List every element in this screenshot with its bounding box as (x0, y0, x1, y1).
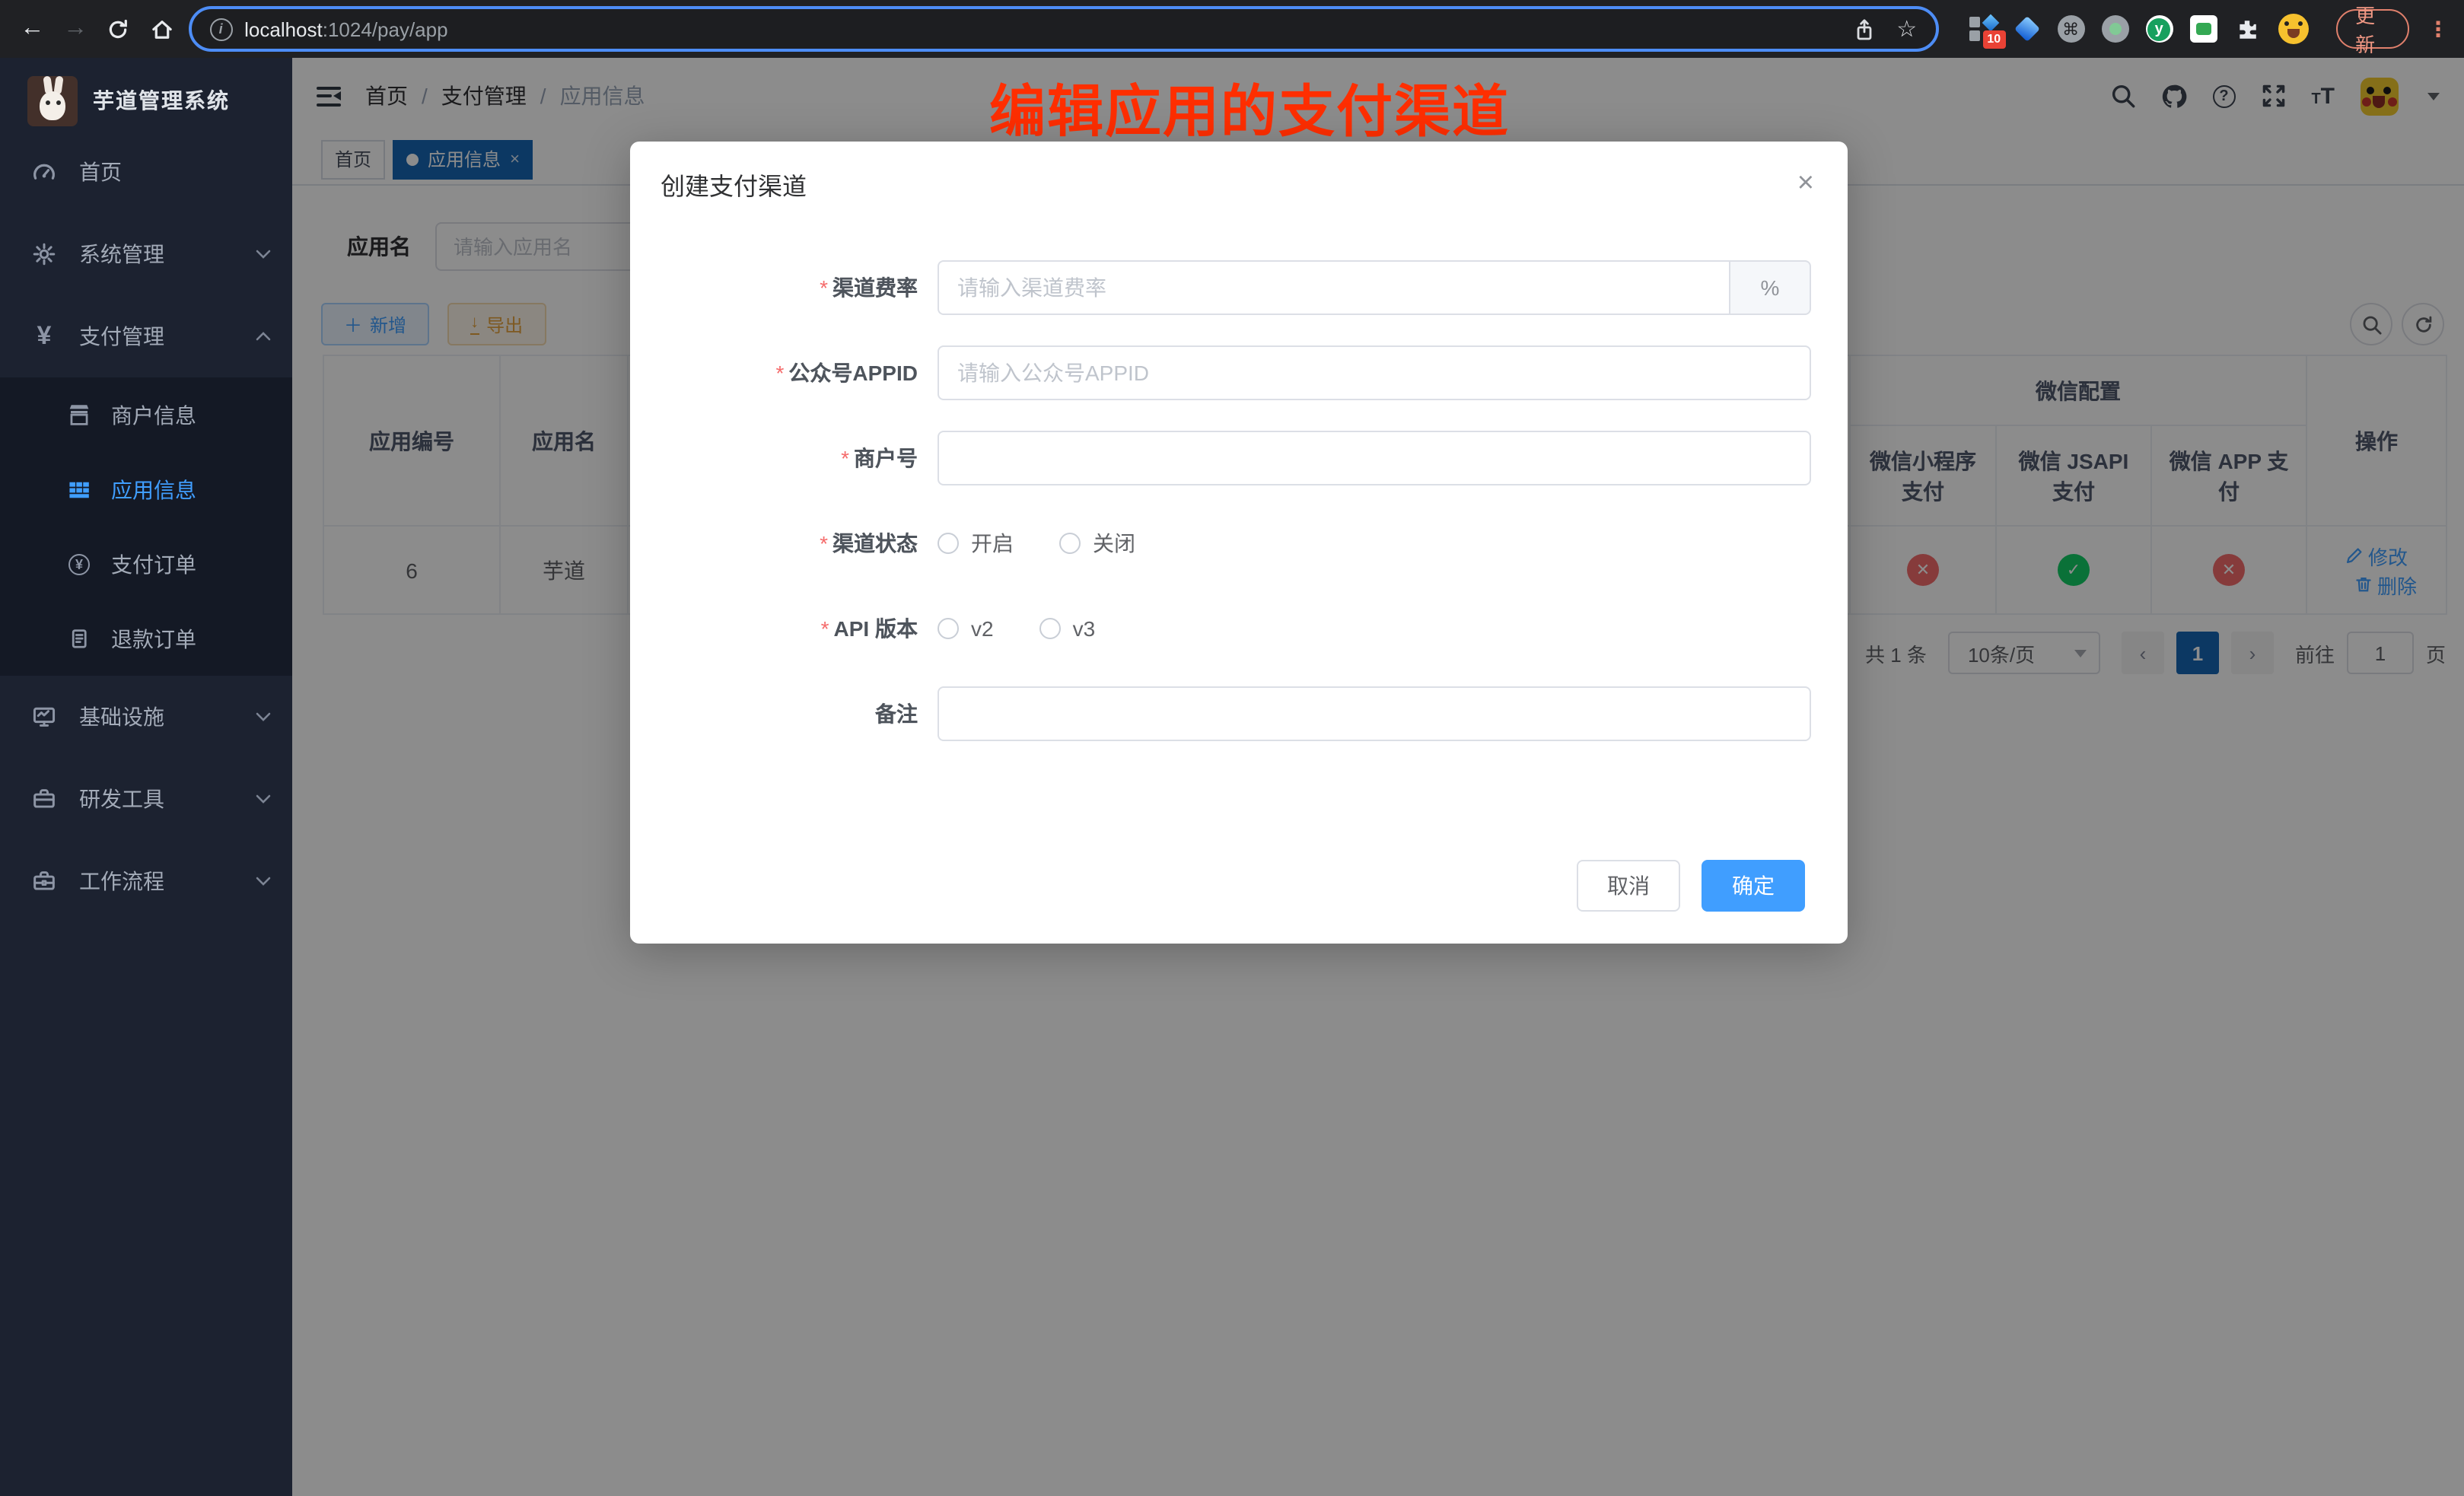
app-logo-avatar (27, 75, 78, 126)
sidebar-item-label: 支付管理 (79, 321, 164, 352)
monitor-icon (32, 705, 56, 729)
sidebar-item-label: 支付订单 (111, 549, 196, 579)
status-closed-radio[interactable]: 关闭 (1059, 528, 1135, 559)
grid-icon (67, 477, 91, 501)
site-info-icon[interactable]: i (209, 18, 232, 40)
browser-toolbar: ← → i localhost:1024/pay/app ☆ 10 (0, 0, 2464, 58)
address-bar[interactable]: i localhost:1024/pay/app ☆ (188, 6, 1938, 52)
url-host: localhost (244, 18, 323, 40)
share-icon[interactable] (1854, 18, 1875, 40)
appid-input[interactable] (938, 345, 1811, 400)
extension-icon[interactable]: 10 (1969, 15, 1996, 43)
dashboard-icon (32, 160, 56, 184)
url-text[interactable]: localhost:1024/pay/app (244, 18, 447, 40)
sidebar-item-app-info[interactable]: 应用信息 (0, 452, 292, 527)
chevron-up-icon (256, 332, 271, 341)
kite-extension-icon[interactable] (2013, 15, 2040, 43)
required-asterisk: * (841, 446, 849, 470)
sidebar-item-refund-orders[interactable]: 退款订单 (0, 601, 292, 676)
dialog-close-icon[interactable]: × (1797, 169, 1814, 198)
radio-circle-icon (1059, 533, 1081, 554)
store-icon (67, 403, 91, 427)
status-open-radio[interactable]: 开启 (938, 528, 1014, 559)
document-icon (67, 626, 91, 651)
sidebar-item-label: 商户信息 (111, 399, 196, 430)
gear-icon (32, 242, 56, 266)
sidebar-item-label: 系统管理 (79, 239, 164, 269)
profile-avatar-icon[interactable] (2278, 14, 2308, 44)
main-area: 首页 / 支付管理 / 应用信息 ? (292, 58, 2464, 1496)
extensions-row: 10 ⌘ y (1969, 14, 2308, 44)
sidebar-item-label: 基础设施 (79, 702, 164, 732)
sidebar-item-infrastructure[interactable]: 基础设施 (0, 676, 292, 758)
fee-rate-append: % (1729, 260, 1811, 315)
chevron-down-icon (256, 712, 271, 721)
browser-home-icon[interactable] (145, 9, 179, 49)
coin-yen-icon: ¥ (67, 553, 91, 575)
sidebar-item-workflow[interactable]: 工作流程 (0, 840, 292, 922)
required-asterisk: * (821, 616, 829, 641)
annotation-title: 编辑应用的支付渠道 (989, 65, 1510, 148)
radio-circle-icon (938, 618, 959, 639)
api-v2-radio[interactable]: v2 (938, 616, 994, 641)
browser-forward-icon[interactable]: → (59, 9, 93, 49)
api-v3-radio[interactable]: v3 (1039, 616, 1096, 641)
sidebar-item-label: 工作流程 (79, 866, 164, 896)
merchant-no-input[interactable] (938, 431, 1811, 485)
fee-rate-input[interactable] (938, 260, 1729, 315)
sidebar-item-label: 首页 (79, 157, 122, 187)
sidebar-item-merchant-info[interactable]: 商户信息 (0, 377, 292, 452)
briefcase-icon (32, 869, 56, 893)
toolbox-icon (32, 787, 56, 811)
green-y-extension-icon[interactable]: y (2145, 15, 2173, 43)
bookmark-star-icon[interactable]: ☆ (1896, 15, 1917, 43)
command-extension-icon[interactable]: ⌘ (2057, 15, 2084, 43)
sidebar: 芋道管理系统 首页 系统管理 (0, 58, 292, 1496)
sidebar-item-label: 应用信息 (111, 474, 196, 505)
chevron-down-icon (256, 250, 271, 259)
create-channel-dialog: 创建支付渠道 × *渠道费率 % *公众号APPID (630, 142, 1848, 944)
yen-icon: ¥ (32, 321, 56, 352)
remark-input[interactable] (938, 686, 1811, 741)
recorder-extension-icon[interactable] (2101, 15, 2128, 43)
browser-menu-icon[interactable]: ⋮ (2427, 16, 2449, 42)
sidebar-item-pay-orders[interactable]: ¥ 支付订单 (0, 527, 292, 601)
required-asterisk: * (776, 361, 785, 385)
confirm-button[interactable]: 确定 (1702, 860, 1805, 912)
app-logo-row[interactable]: 芋道管理系统 (0, 58, 292, 131)
form-row-api-version: *API 版本 v2 v3 (630, 601, 1848, 656)
cancel-button[interactable]: 取消 (1577, 860, 1680, 912)
extension-badge: 10 (1982, 30, 2005, 49)
sidebar-item-label: 退款订单 (111, 623, 196, 654)
sidebar-item-payment[interactable]: ¥ 支付管理 (0, 295, 292, 377)
sidebar-item-dev-tools[interactable]: 研发工具 (0, 758, 292, 840)
sidebar-item-home[interactable]: 首页 (0, 131, 292, 213)
puzzle-extensions-icon[interactable] (2233, 15, 2261, 43)
radio-circle-icon (938, 533, 959, 554)
form-row-remark: 备注 (630, 686, 1848, 741)
form-row-merchant-no: *商户号 (630, 431, 1848, 485)
browser-back-icon[interactable]: ← (15, 9, 49, 49)
url-path: :1024/pay/app (323, 18, 448, 40)
form-row-appid: *公众号APPID (630, 345, 1848, 400)
browser-update-button[interactable]: 更新 (2335, 9, 2409, 49)
radio-circle-icon (1039, 618, 1061, 639)
chat-extension-icon[interactable] (2189, 15, 2217, 43)
required-asterisk: * (820, 275, 828, 300)
dialog-title: 创建支付渠道 (661, 166, 1817, 202)
form-row-channel-status: *渠道状态 开启 关闭 (630, 516, 1848, 571)
required-asterisk: * (820, 531, 828, 555)
chevron-down-icon (256, 877, 271, 886)
browser-reload-icon[interactable] (102, 9, 136, 49)
sidebar-item-system[interactable]: 系统管理 (0, 213, 292, 295)
form-row-fee-rate: *渠道费率 % (630, 260, 1848, 315)
app-title: 芋道管理系统 (93, 85, 230, 116)
sidebar-item-label: 研发工具 (79, 784, 164, 814)
chevron-down-icon (256, 794, 271, 804)
